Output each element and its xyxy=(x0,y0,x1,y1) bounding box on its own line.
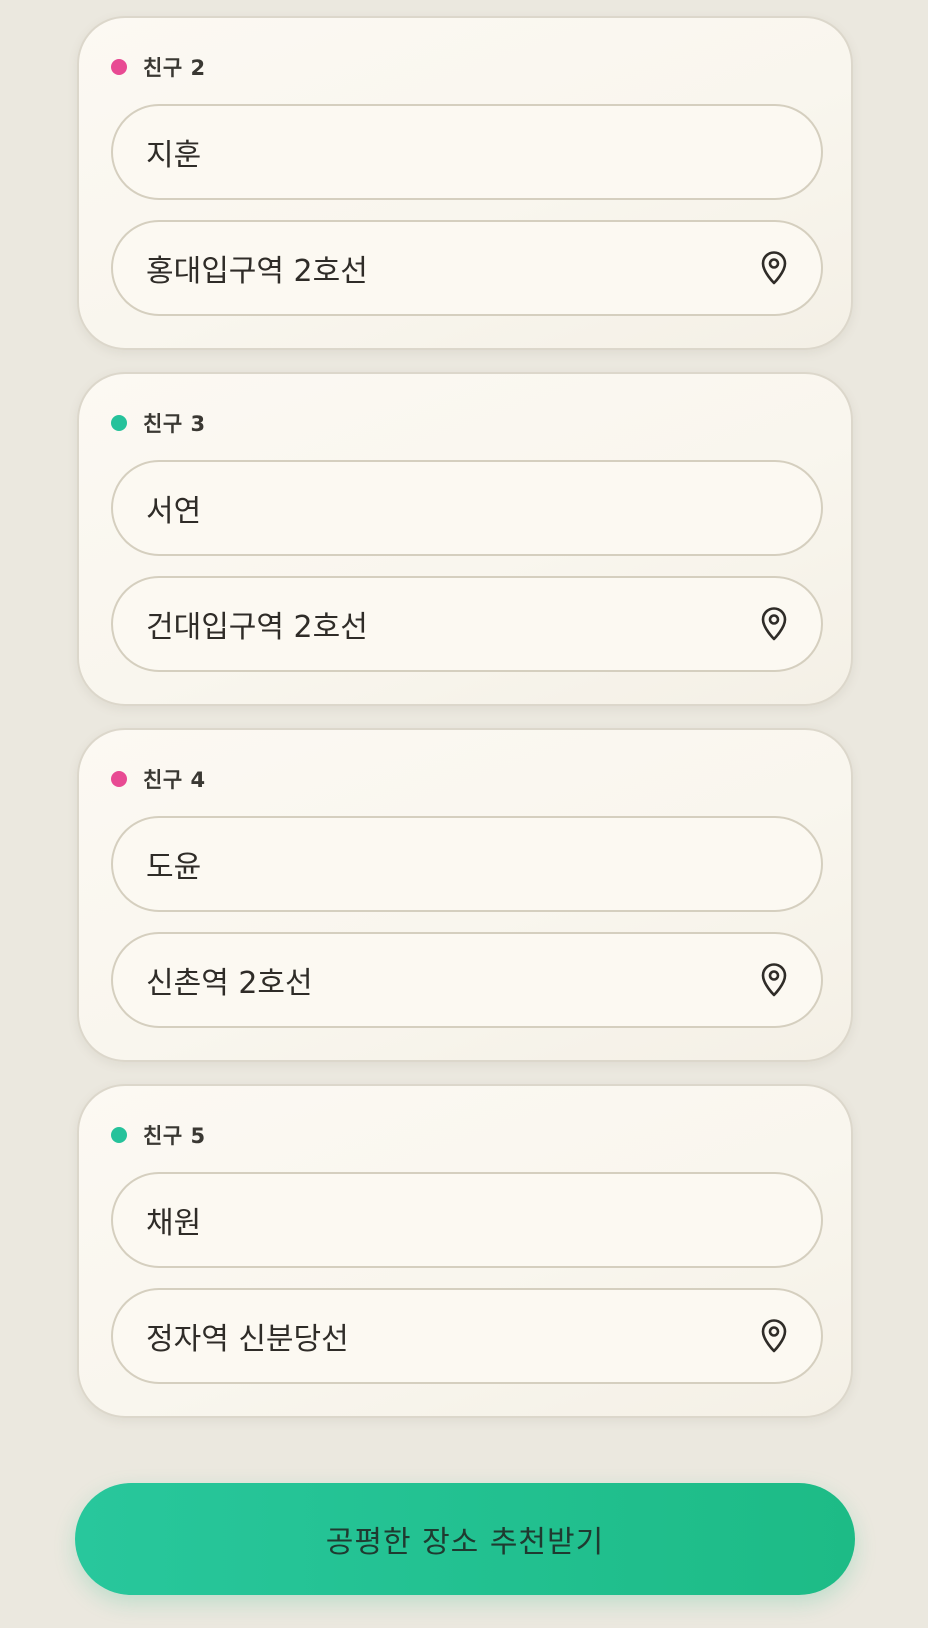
location-pin-icon[interactable] xyxy=(757,605,791,643)
friend-card-header: 친구 3 xyxy=(111,408,206,438)
friend-station-input[interactable]: 정자역 신분당선 xyxy=(111,1288,823,1384)
friend-card: 친구 3 서연 건대입구역 2호선 xyxy=(77,372,853,706)
friend-color-dot xyxy=(111,59,127,75)
friend-color-dot xyxy=(111,415,127,431)
friend-card-header: 친구 5 xyxy=(111,1120,206,1150)
friend-station-input[interactable]: 홍대입구역 2호선 xyxy=(111,220,823,316)
friend-station-value: 신촌역 2호선 xyxy=(146,966,313,1001)
friend-color-dot xyxy=(111,1127,127,1143)
friend-name-value: 지훈 xyxy=(146,138,202,173)
location-pin-icon[interactable] xyxy=(757,961,791,999)
friend-name-value: 도윤 xyxy=(146,850,202,885)
friend-station-value: 정자역 신분당선 xyxy=(146,1322,349,1357)
friend-name-input[interactable]: 서연 xyxy=(111,460,823,556)
friend-name-input[interactable]: 도윤 xyxy=(111,816,823,912)
friend-name-value: 서연 xyxy=(146,494,202,529)
recommend-place-button[interactable]: 공평한 장소 추천받기 xyxy=(75,1483,855,1595)
friend-label: 친구 4 xyxy=(143,768,206,792)
friend-card-header: 친구 2 xyxy=(111,52,206,82)
friend-card: 친구 4 도윤 신촌역 2호선 xyxy=(77,728,853,1062)
friend-label: 친구 2 xyxy=(143,56,206,80)
friend-station-value: 홍대입구역 2호선 xyxy=(146,254,368,289)
friend-station-input[interactable]: 건대입구역 2호선 xyxy=(111,576,823,672)
friend-station-value: 건대입구역 2호선 xyxy=(146,610,368,645)
friend-card: 친구 2 지훈 홍대입구역 2호선 xyxy=(77,16,853,350)
friend-station-input[interactable]: 신촌역 2호선 xyxy=(111,932,823,1028)
location-pin-icon[interactable] xyxy=(757,249,791,287)
friend-color-dot xyxy=(111,771,127,787)
location-pin-icon[interactable] xyxy=(757,1317,791,1355)
friend-name-input[interactable]: 채원 xyxy=(111,1172,823,1268)
friend-label: 친구 3 xyxy=(143,412,206,436)
friend-card-header: 친구 4 xyxy=(111,764,206,794)
friend-label: 친구 5 xyxy=(143,1124,206,1148)
friend-card: 친구 5 채원 정자역 신분당선 xyxy=(77,1084,853,1418)
friend-name-input[interactable]: 지훈 xyxy=(111,104,823,200)
friend-name-value: 채원 xyxy=(146,1206,202,1241)
recommend-place-button-label: 공평한 장소 추천받기 xyxy=(325,1525,605,1560)
